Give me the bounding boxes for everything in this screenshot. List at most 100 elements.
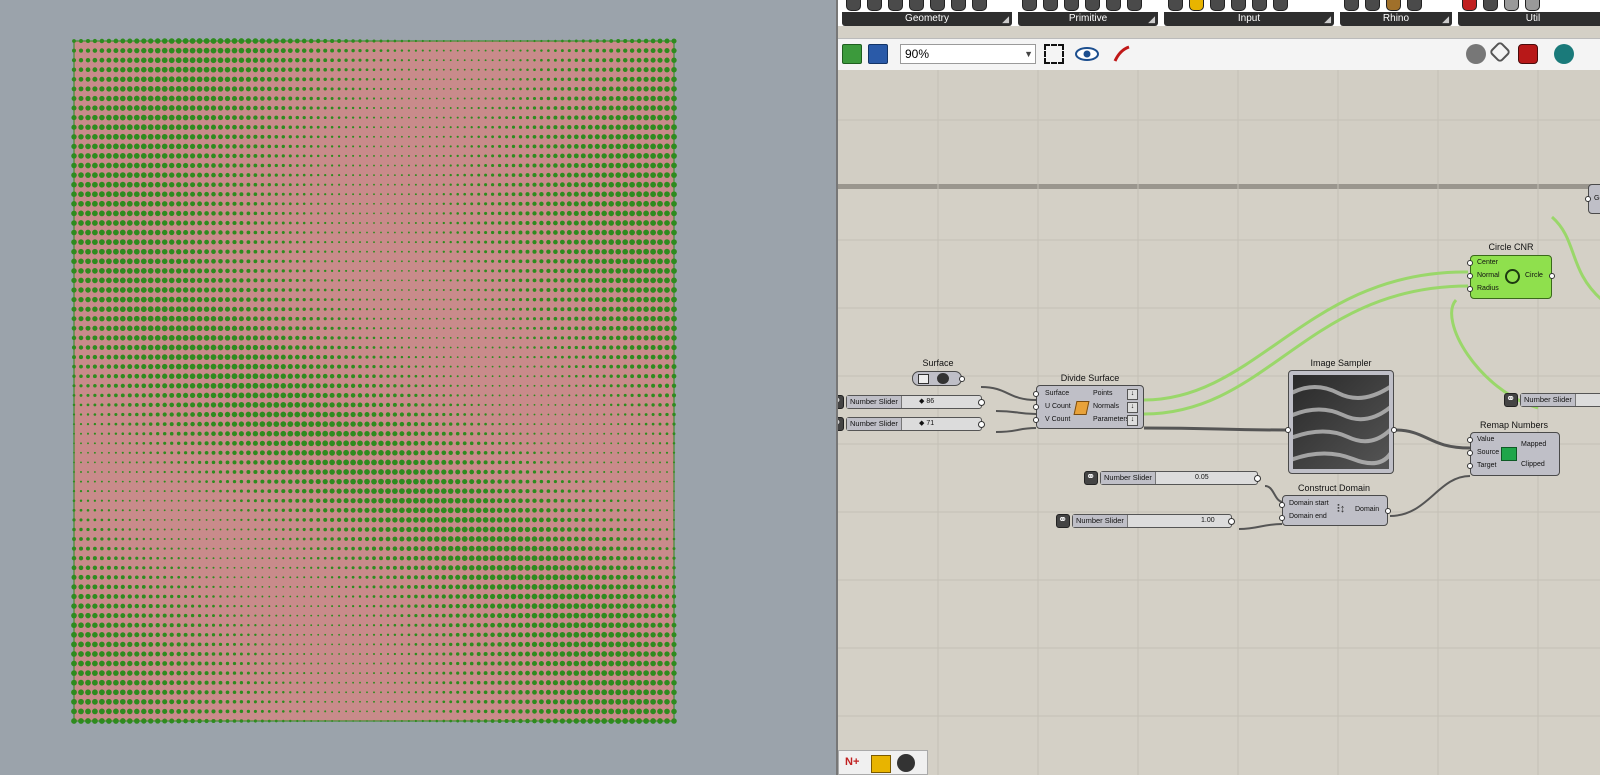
port[interactable] bbox=[1279, 502, 1285, 508]
circle-cnr-component[interactable]: Center Normal Radius Circle bbox=[1467, 255, 1555, 299]
geometry-param-icon[interactable] bbox=[888, 0, 903, 11]
slider-param-icon[interactable] bbox=[1168, 0, 1183, 11]
shaded-preview-icon[interactable] bbox=[1466, 44, 1486, 64]
slider-link-icon[interactable] bbox=[838, 394, 844, 409]
surface-output-port[interactable] bbox=[959, 376, 965, 382]
slider-output-port[interactable] bbox=[978, 399, 985, 406]
primitive-param-icon[interactable] bbox=[1064, 0, 1079, 11]
port[interactable] bbox=[1285, 427, 1291, 433]
primitive-param-icon[interactable] bbox=[1022, 0, 1037, 11]
toggle-param-icon[interactable] bbox=[1210, 0, 1225, 11]
input-domain-start[interactable]: Domain start bbox=[1289, 500, 1329, 507]
preview-eye-icon[interactable] bbox=[1074, 44, 1100, 64]
radial-menu-icon[interactable] bbox=[897, 754, 915, 772]
slider-link-icon[interactable] bbox=[838, 416, 844, 431]
port[interactable] bbox=[1279, 515, 1285, 521]
knob-param-icon[interactable] bbox=[1231, 0, 1246, 11]
input-surface[interactable]: Surface bbox=[1045, 390, 1069, 397]
ribbon-group-input[interactable]: Input ◢ bbox=[1164, 0, 1334, 26]
v-count-slider[interactable]: Number Slider ◆ 71 bbox=[838, 416, 988, 431]
domain-end-slider[interactable]: Number Slider 1.00 bbox=[1056, 513, 1238, 528]
slider-body[interactable]: Number Slider ◆ 71 bbox=[846, 417, 985, 431]
geometry-component-partial[interactable]: Ge bbox=[1585, 184, 1600, 214]
slider-body[interactable]: Number Slider bbox=[1520, 393, 1600, 407]
display-settings-icon[interactable] bbox=[1554, 44, 1574, 64]
port[interactable] bbox=[1033, 391, 1039, 397]
geometry-param-icon[interactable] bbox=[972, 0, 987, 11]
rhino-param-icon[interactable] bbox=[1407, 0, 1422, 11]
input-u-count[interactable]: U Count bbox=[1045, 403, 1071, 410]
slider-link-icon[interactable] bbox=[1056, 513, 1070, 528]
expand-icon[interactable]: ◢ bbox=[1002, 12, 1009, 26]
geometry-param-icon[interactable] bbox=[909, 0, 924, 11]
input-target[interactable]: Target bbox=[1477, 462, 1496, 469]
u-count-slider[interactable]: Number Slider ◆ 86 bbox=[838, 394, 988, 409]
preview-mode-icon[interactable] bbox=[1518, 44, 1538, 64]
wire-preview-icon[interactable] bbox=[1488, 40, 1512, 64]
util-param-icon[interactable] bbox=[1525, 0, 1540, 11]
sketch-pen-icon[interactable] bbox=[1112, 44, 1132, 64]
domain-start-slider[interactable]: Number Slider 0.05 bbox=[1084, 470, 1264, 485]
geometry-param-icon[interactable] bbox=[951, 0, 966, 11]
port[interactable] bbox=[1385, 508, 1391, 514]
slider-link-icon[interactable] bbox=[1504, 392, 1518, 407]
expand-icon[interactable]: ◢ bbox=[1148, 12, 1155, 26]
output-clipped[interactable]: Clipped bbox=[1521, 461, 1545, 468]
port[interactable] bbox=[1467, 273, 1473, 279]
save-icon[interactable] bbox=[868, 44, 888, 64]
panel-param-icon[interactable] bbox=[1189, 0, 1204, 11]
expand-icon[interactable]: ◢ bbox=[1442, 12, 1449, 26]
ribbon-group-rhino[interactable]: Rhino ◢ bbox=[1340, 0, 1452, 26]
port[interactable] bbox=[1549, 273, 1555, 279]
slider-body[interactable]: Number Slider 0.05 bbox=[1100, 471, 1261, 485]
primitive-param-icon[interactable] bbox=[1106, 0, 1121, 11]
util-param-icon[interactable] bbox=[1483, 0, 1498, 11]
slider-body[interactable]: Number Slider 1.00 bbox=[1072, 514, 1235, 528]
group-icon[interactable] bbox=[871, 755, 891, 773]
ribbon-group-geometry[interactable]: Geometry ◢ bbox=[842, 0, 1012, 26]
gh-canvas[interactable]: Surface Number Slider ◆ 86 Number Slider… bbox=[838, 70, 1600, 775]
zoom-select[interactable]: 90% ▼ bbox=[900, 44, 1036, 64]
input-v-count[interactable]: V Count bbox=[1045, 416, 1070, 423]
port[interactable] bbox=[1467, 260, 1473, 266]
slider-body[interactable]: Number Slider ◆ 86 bbox=[846, 395, 985, 409]
remap-numbers-component[interactable]: Value Source Target Mapped Clipped bbox=[1467, 432, 1560, 476]
construct-domain-component[interactable]: Domain start Domain end ⫶↕ Domain bbox=[1279, 495, 1391, 526]
input-source[interactable]: Source bbox=[1477, 449, 1499, 456]
input-normal[interactable]: Normal bbox=[1477, 272, 1500, 279]
surface-param[interactable] bbox=[912, 371, 965, 386]
port[interactable] bbox=[1585, 196, 1591, 202]
image-sampler-component[interactable] bbox=[1285, 370, 1397, 474]
geometry-param-icon[interactable] bbox=[930, 0, 945, 11]
primitive-param-icon[interactable] bbox=[1127, 0, 1142, 11]
input-domain-end[interactable]: Domain end bbox=[1289, 513, 1327, 520]
ribbon-group-util[interactable]: Util bbox=[1458, 0, 1600, 26]
geometry-param-icon[interactable] bbox=[846, 0, 861, 11]
port[interactable] bbox=[1467, 450, 1473, 456]
rhino-param-icon[interactable] bbox=[1365, 0, 1380, 11]
slider-output-port[interactable] bbox=[978, 421, 985, 428]
output-circle[interactable]: Circle bbox=[1525, 272, 1543, 279]
input-radius[interactable]: Radius bbox=[1477, 285, 1499, 292]
slider-output-port[interactable] bbox=[1228, 518, 1235, 525]
rhino-viewport[interactable] bbox=[0, 0, 836, 775]
input-geometry[interactable]: Ge bbox=[1594, 195, 1600, 202]
input-center[interactable]: Center bbox=[1477, 259, 1498, 266]
divide-surface-component[interactable]: Surface U Count V Count Points Normals P… bbox=[1033, 385, 1144, 429]
port[interactable] bbox=[1033, 417, 1039, 423]
rhino-param-icon[interactable] bbox=[1344, 0, 1359, 11]
output-normals[interactable]: Normals bbox=[1093, 403, 1119, 410]
port[interactable] bbox=[1467, 286, 1473, 292]
radius-slider-partial[interactable]: Number Slider bbox=[1504, 392, 1600, 407]
util-param-icon[interactable] bbox=[1462, 0, 1477, 11]
rhino-param-icon[interactable] bbox=[1386, 0, 1401, 11]
slider-link-icon[interactable] bbox=[1084, 470, 1098, 485]
ribbon-group-primitive[interactable]: Primitive ◢ bbox=[1018, 0, 1158, 26]
input-value[interactable]: Value bbox=[1477, 436, 1494, 443]
expand-icon[interactable]: ◢ bbox=[1324, 12, 1331, 26]
value-list-icon[interactable] bbox=[1252, 0, 1267, 11]
button-param-icon[interactable] bbox=[1273, 0, 1288, 11]
primitive-param-icon[interactable] bbox=[1085, 0, 1100, 11]
new-component-icon[interactable]: N+ bbox=[845, 756, 863, 770]
port[interactable] bbox=[1033, 404, 1039, 410]
